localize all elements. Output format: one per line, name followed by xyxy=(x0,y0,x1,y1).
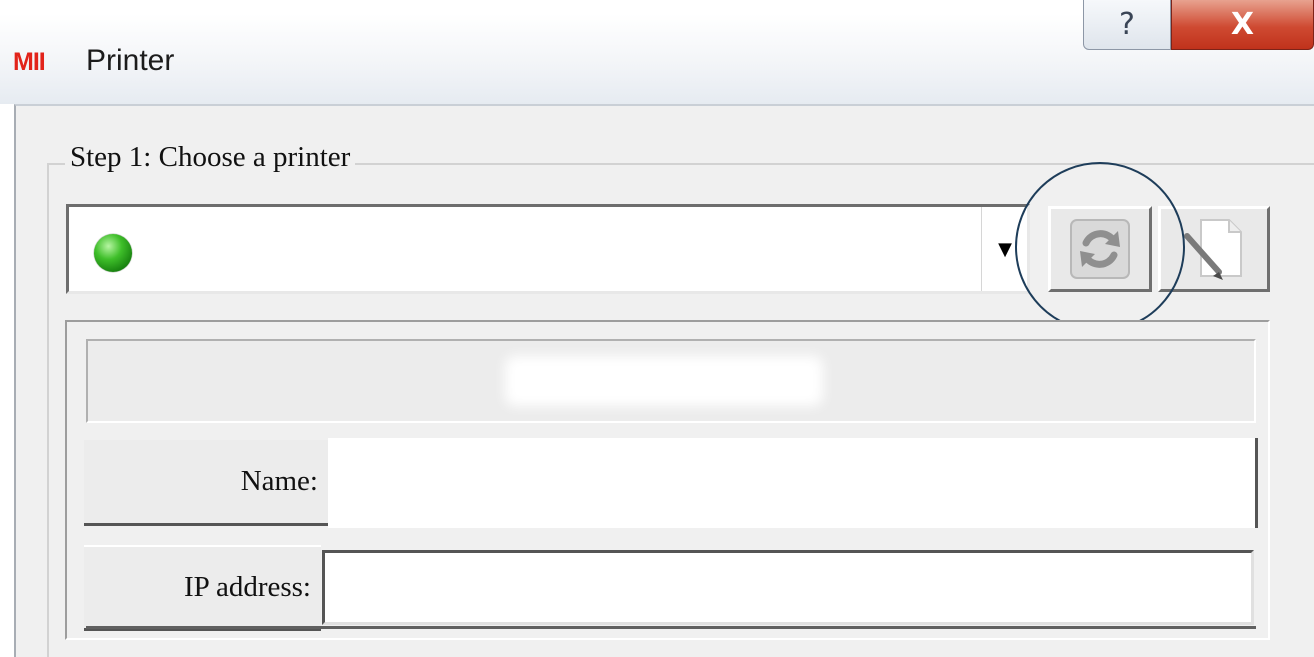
ip-address-field[interactable] xyxy=(322,550,1254,625)
highlight-ring xyxy=(1015,162,1185,332)
step1-group-label: Step 1: Choose a printer xyxy=(65,141,356,174)
name-label: Name: xyxy=(84,440,328,526)
app-logo: MII xyxy=(13,48,46,76)
printer-select[interactable]: ▼ xyxy=(66,204,1030,294)
help-button[interactable]: ? xyxy=(1083,0,1171,50)
ip-address-label: IP address: xyxy=(84,545,321,631)
name-field[interactable] xyxy=(328,438,1258,528)
window-title: Printer xyxy=(86,44,175,77)
help-icon: ? xyxy=(1119,7,1135,42)
close-icon: X xyxy=(1230,7,1255,42)
redacted-region xyxy=(505,356,823,406)
printer-status-icon xyxy=(94,234,132,272)
close-button[interactable]: X xyxy=(1171,0,1314,50)
panel-divider xyxy=(86,626,1256,629)
edit-icon xyxy=(1184,219,1242,280)
